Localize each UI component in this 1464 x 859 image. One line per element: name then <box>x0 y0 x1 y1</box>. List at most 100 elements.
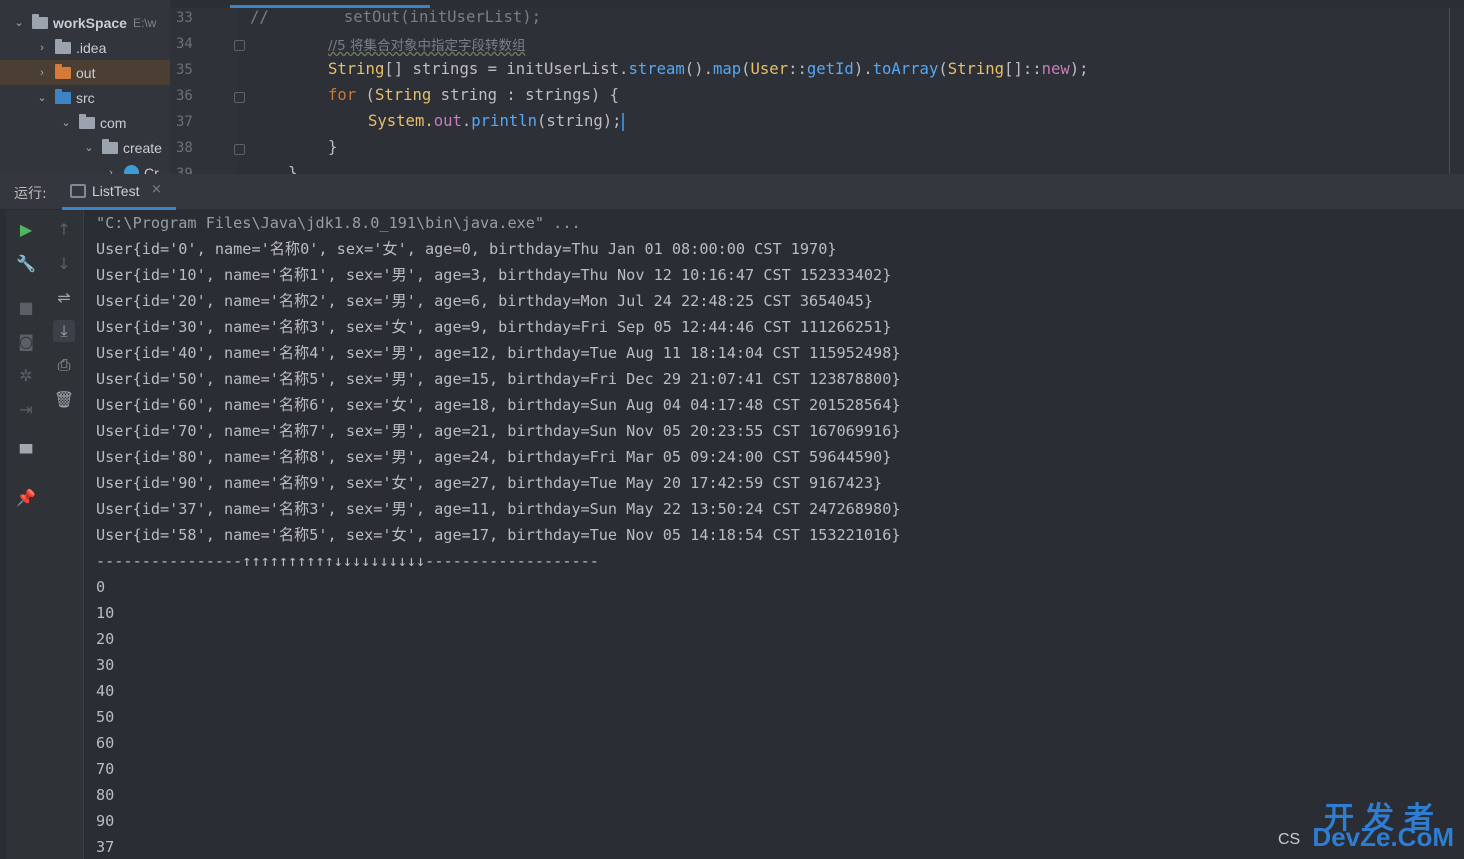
code-line-34: //5 将集合对象中指定字段转数组 <box>328 34 525 54</box>
line-number: 35 <box>176 62 193 78</box>
code-token: map <box>712 60 742 78</box>
console-line: User{id='70', name='名称7', sex='男', age=2… <box>96 422 901 440</box>
console-line: 80 <box>96 786 115 804</box>
editor-scrollbar[interactable] <box>1449 8 1450 174</box>
close-icon[interactable]: × <box>151 182 162 197</box>
code-token: for <box>328 86 357 104</box>
chevron-right-icon[interactable]: › <box>104 167 118 175</box>
code-line-38: } <box>328 138 337 156</box>
tree-item-src[interactable]: ⌄ src <box>0 85 170 110</box>
tree-item-label: workSpace <box>53 14 127 31</box>
layout-icon[interactable]: ▀ <box>15 442 37 464</box>
chevron-right-icon[interactable]: › <box>35 42 49 54</box>
console-line: User{id='58', name='名称5', sex='女', age=1… <box>96 526 901 544</box>
trash-icon[interactable]: 🗑 <box>53 388 75 410</box>
java-class-icon <box>124 165 139 174</box>
tab-listtest[interactable]: ListTest × <box>62 174 176 210</box>
code-line-37: System.out.println(string); <box>368 112 624 131</box>
line-number: 33 <box>176 10 193 26</box>
fold-marker-icon[interactable] <box>234 144 245 155</box>
tree-item-out[interactable]: › out <box>0 60 170 85</box>
tree-item-label: .idea <box>76 39 107 56</box>
console-line: ----------------↑↑↑↑↑↑↑↑↑↑↓↓↓↓↓↓↓↓↓↓----… <box>96 552 599 570</box>
tree-item-class[interactable]: › Cr <box>0 160 170 174</box>
camera-icon[interactable]: ◙ <box>15 330 37 352</box>
chevron-down-icon[interactable]: ⌄ <box>59 116 73 129</box>
code-line-33: // setOut(initUserList); <box>250 8 541 26</box>
chevron-right-icon[interactable]: › <box>35 67 49 79</box>
module-folder-icon <box>32 13 48 29</box>
code-token: } <box>288 164 298 174</box>
run-config-icon <box>70 184 86 198</box>
code-token: setOut(initUserList); <box>343 8 542 26</box>
code-line-39: } <box>288 164 297 174</box>
tree-item-label: Cr <box>144 164 159 175</box>
tree-item-workspace[interactable]: ⌄ workSpace E:\w <box>0 10 170 35</box>
console-line: 10 <box>96 604 115 622</box>
code-token: []:: <box>1004 60 1042 78</box>
code-token: new <box>1041 60 1070 78</box>
chevron-down-icon[interactable]: ⌄ <box>82 141 96 154</box>
code-token: String <box>328 60 385 78</box>
watermark: 开发者 CS DevZe.CoM <box>1274 793 1454 853</box>
fold-marker-icon[interactable] <box>234 40 245 51</box>
chevron-down-icon[interactable]: ⌄ <box>35 91 49 104</box>
chevron-down-icon[interactable]: ⌄ <box>12 16 26 29</box>
watermark-bottom: DevZe.CoM <box>1312 822 1454 852</box>
console-line: User{id='37', name='名称3', sex='男', age=1… <box>96 500 901 518</box>
code-comment: //5 将集合对象中指定字段转数组 <box>328 38 526 54</box>
code-token: ( <box>938 60 948 78</box>
pin-icon[interactable]: 📌 <box>15 486 37 508</box>
line-number: 39 <box>176 166 193 174</box>
project-tree-panel: ⌄ workSpace E:\w › .idea › out ⌄ src ⌄ c… <box>0 0 170 174</box>
source-folder-icon <box>55 88 71 104</box>
tree-item-path: E:\w <box>132 15 157 30</box>
down-arrow-icon[interactable]: ↓ <box>53 252 75 274</box>
tree-item-idea[interactable]: › .idea <box>0 35 170 60</box>
scroll-to-end-icon[interactable]: ⤓ <box>53 320 75 342</box>
code-token: (string); <box>537 112 622 130</box>
package-icon <box>79 113 95 129</box>
console-line: User{id='20', name='名称2', sex='男', age=6… <box>96 292 874 310</box>
console-output[interactable]: "C:\Program Files\Java\jdk1.8.0_191\bin\… <box>85 210 1464 859</box>
code-line-36: for (String string : strings) { <box>328 86 619 104</box>
line-number: 38 <box>176 140 193 156</box>
line-number-gutter: 33 34 35 36 37 38 39 <box>170 8 245 174</box>
code-token: ( <box>356 86 375 104</box>
wrench-icon[interactable]: 🔧 <box>15 252 37 274</box>
console-line: 70 <box>96 760 115 778</box>
code-token: System. <box>368 112 434 130</box>
exit-icon[interactable]: ⇥ <box>15 398 37 420</box>
editor-tab-bar <box>170 0 1464 8</box>
run-tool-window-header: 运行: ListTest × <box>0 174 1464 210</box>
code-line-35: String[] strings = initUserList.stream()… <box>328 60 1089 78</box>
code-editor[interactable]: 33 34 35 36 37 38 39 // setOut(initUserL… <box>170 0 1464 174</box>
run-label: 运行: <box>14 186 47 202</box>
run-icon[interactable]: ▶ <box>15 218 37 240</box>
debug-icon[interactable]: ✲ <box>15 364 37 386</box>
code-token: out <box>433 112 462 130</box>
code-token: toArray <box>872 60 939 78</box>
code-token: [] strings = initUserList. <box>384 60 629 78</box>
console-line: 20 <box>96 630 115 648</box>
console-line: 90 <box>96 812 115 830</box>
console-line: User{id='80', name='名称8', sex='男', age=2… <box>96 448 892 466</box>
console-line: 37 <box>96 838 115 856</box>
console-line: "C:\Program Files\Java\jdk1.8.0_191\bin\… <box>96 214 581 232</box>
print-icon[interactable]: ⎙ <box>53 354 75 376</box>
console-line: 40 <box>96 682 115 700</box>
run-toolbar-secondary: ↑ ↓ ⇌ ⤓ ⎙ 🗑 <box>44 210 84 859</box>
tree-item-com[interactable]: ⌄ com <box>0 110 170 135</box>
code-token: } <box>328 138 338 156</box>
console-line: 60 <box>96 734 115 752</box>
console-line: User{id='60', name='名称6', sex='女', age=1… <box>96 396 901 414</box>
package-icon <box>102 138 118 154</box>
tree-item-create[interactable]: ⌄ create <box>0 135 170 160</box>
console-line: User{id='90', name='名称9', sex='女', age=2… <box>96 474 883 492</box>
code-token: :: <box>788 60 807 78</box>
console-line: User{id='50', name='名称5', sex='男', age=1… <box>96 370 901 388</box>
soft-wrap-icon[interactable]: ⇌ <box>53 286 75 308</box>
stop-icon[interactable]: ■ <box>15 296 37 318</box>
fold-marker-icon[interactable] <box>234 92 245 103</box>
up-arrow-icon[interactable]: ↑ <box>53 218 75 240</box>
